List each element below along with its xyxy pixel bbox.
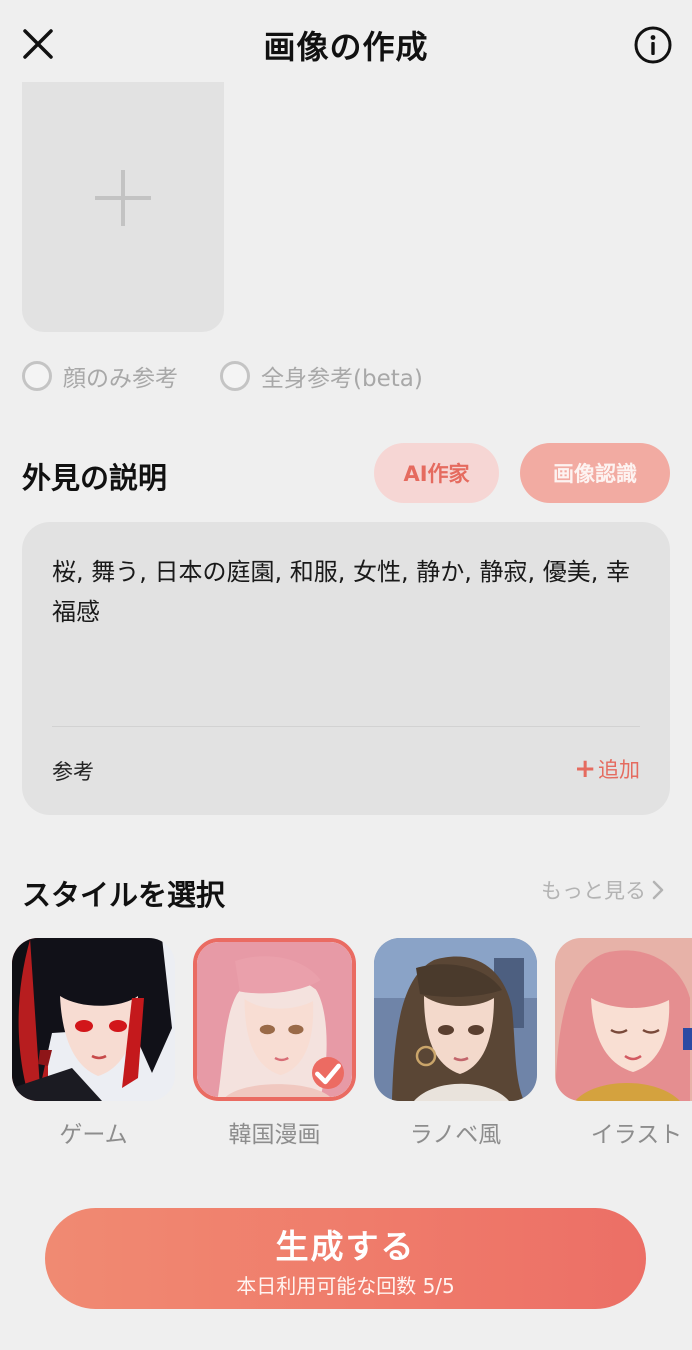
style-card-light-novel[interactable]: ラノベ風 (374, 938, 537, 1149)
style-card-korean-comic[interactable]: 韓国漫画 (193, 938, 356, 1149)
reference-label: 参考 (52, 760, 94, 784)
style-label: 韓国漫画 (228, 1122, 321, 1148)
appearance-section-title: 外見の説明 (22, 461, 168, 495)
style-card-game[interactable]: ゲーム (12, 938, 175, 1149)
add-reference-button[interactable]: + 追加 (574, 754, 640, 784)
selected-check-icon (312, 1057, 344, 1089)
generate-label: 生成する (275, 1227, 416, 1266)
face-only-label: 顔のみ参考 (63, 366, 178, 392)
radio-icon (220, 361, 250, 391)
image-upload-box[interactable] (22, 82, 224, 332)
remaining-count-label: 本日利用可能な回数 5/5 (236, 1274, 455, 1298)
full-body-option[interactable]: 全身参考(beta) (220, 358, 423, 394)
full-body-label: 全身参考(beta) (261, 366, 423, 392)
info-button[interactable] (633, 25, 673, 65)
plus-icon: + (574, 754, 596, 784)
chevron-right-icon (652, 880, 664, 900)
divider (52, 726, 640, 727)
style-thumbnail (12, 938, 175, 1101)
description-textarea[interactable]: 桜, 舞う, 日本の庭園, 和服, 女性, 静か, 静寂, 優美, 幸福感 (52, 552, 642, 632)
info-icon (634, 26, 672, 64)
style-thumbnail (374, 938, 537, 1101)
style-label: ゲーム (59, 1122, 128, 1148)
page-title: 画像の作成 (263, 28, 429, 66)
style-thumbnail (555, 938, 692, 1101)
see-more-link[interactable]: もっと見る (541, 875, 664, 905)
generate-button[interactable]: 生成する 本日利用可能な回数 5/5 (45, 1208, 646, 1309)
style-thumbnail (193, 938, 356, 1101)
style-label: ラノベ風 (409, 1122, 502, 1148)
plus-icon (95, 170, 151, 226)
add-label: 追加 (598, 758, 640, 782)
image-recognition-button[interactable]: 画像認識 (520, 443, 670, 503)
style-label: イラスト (590, 1122, 683, 1148)
style-section-title: スタイルを選択 (22, 878, 226, 912)
style-card-illustration[interactable]: イラスト (555, 938, 692, 1149)
description-box: 桜, 舞う, 日本の庭園, 和服, 女性, 静か, 静寂, 優美, 幸福感 参考… (22, 522, 670, 815)
ai-writer-button[interactable]: AI作家 (374, 443, 499, 503)
face-only-option[interactable]: 顔のみ参考 (22, 358, 178, 394)
radio-icon (22, 361, 52, 391)
see-more-label: もっと見る (541, 879, 646, 903)
header-bar: 画像の作成 (0, 0, 692, 90)
